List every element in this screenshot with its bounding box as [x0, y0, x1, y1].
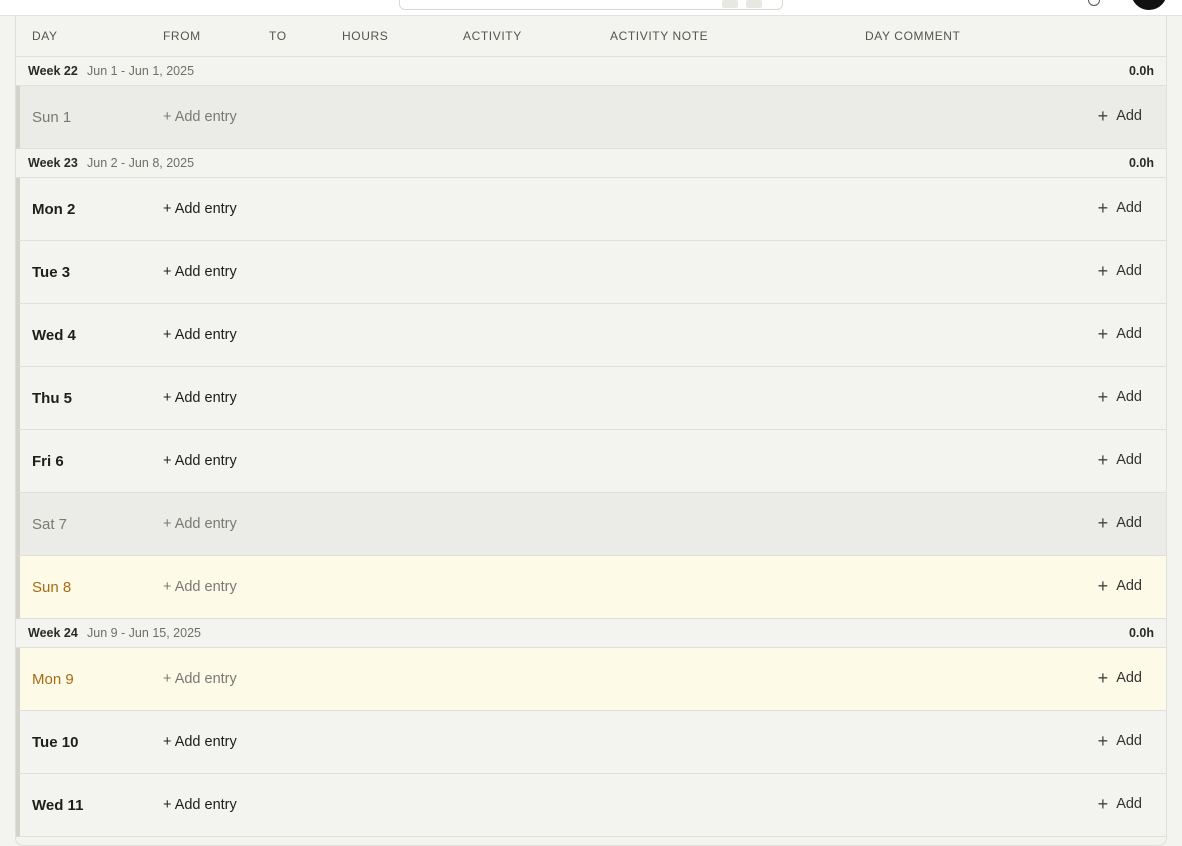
- add-day-comment-button[interactable]: + Add: [1097, 513, 1142, 533]
- add-entry-link[interactable]: + Add entry: [163, 734, 237, 750]
- add-entry-link[interactable]: + Add entry: [163, 671, 237, 687]
- column-header-activity-note[interactable]: ACTIVITY NOTE: [610, 29, 708, 43]
- add-button-label: Add: [1116, 108, 1142, 124]
- day-row: Mon 9 + Add entry + Add: [16, 648, 1166, 711]
- add-day-comment-button[interactable]: + Add: [1097, 576, 1142, 596]
- add-entry-link[interactable]: + Add entry: [163, 797, 237, 813]
- add-day-comment-button[interactable]: + Add: [1097, 668, 1142, 688]
- column-header-from[interactable]: FROM: [163, 29, 201, 43]
- add-button-label: Add: [1116, 200, 1142, 216]
- day-label: Fri 6: [32, 453, 64, 470]
- shortcut-key-hint: [746, 0, 762, 8]
- day-row: Sat 7 + Add entry + Add: [16, 493, 1166, 556]
- add-entry-link[interactable]: + Add entry: [163, 109, 237, 125]
- plus-icon: +: [1097, 106, 1109, 126]
- week-header: Week 22 Jun 1 - Jun 1, 2025 0.0h: [16, 57, 1166, 86]
- add-entry-link[interactable]: + Add entry: [163, 264, 237, 280]
- add-day-comment-button[interactable]: + Add: [1097, 794, 1142, 814]
- week-label: Week 22: [28, 64, 78, 78]
- day-row: Mon 2 + Add entry + Add: [16, 178, 1166, 241]
- table-header: DAY FROM TO HOURS ACTIVITY ACTIVITY NOTE…: [16, 16, 1166, 57]
- plus-icon: +: [1097, 794, 1109, 814]
- avatar[interactable]: [1131, 0, 1167, 10]
- plus-icon: +: [1097, 731, 1109, 751]
- add-button-label: Add: [1116, 796, 1142, 812]
- day-row: Wed 11 + Add entry + Add: [16, 774, 1166, 837]
- add-button-label: Add: [1116, 326, 1142, 342]
- day-row: Tue 10 + Add entry + Add: [16, 711, 1166, 774]
- plus-icon: +: [1097, 450, 1109, 470]
- add-button-label: Add: [1116, 263, 1142, 279]
- add-day-comment-button[interactable]: + Add: [1097, 106, 1142, 126]
- table-body: Week 22 Jun 1 - Jun 1, 2025 0.0h Sun 1 + Add…: [16, 57, 1166, 837]
- week-date-range: Jun 1 - Jun 1, 2025: [87, 64, 195, 78]
- add-button-label: Add: [1116, 452, 1142, 468]
- day-row: Thu 5 + Add entry + Add: [16, 367, 1166, 430]
- day-label: Thu 5: [32, 390, 72, 407]
- day-label: Tue 10: [32, 734, 79, 751]
- day-row: Fri 6 + Add entry + Add: [16, 430, 1166, 493]
- plus-icon: +: [1097, 668, 1109, 688]
- day-row: Wed 4 + Add entry + Add: [16, 304, 1166, 367]
- column-header-day-comment[interactable]: DAY COMMENT: [865, 29, 961, 43]
- day-row: Sun 1 + Add entry + Add: [16, 86, 1166, 149]
- plus-icon: +: [1097, 261, 1109, 281]
- add-day-comment-button[interactable]: + Add: [1097, 198, 1142, 218]
- add-entry-link[interactable]: + Add entry: [163, 327, 237, 343]
- column-header-day[interactable]: DAY: [32, 29, 58, 43]
- add-day-comment-button[interactable]: + Add: [1097, 450, 1142, 470]
- timesheet-table: DAY FROM TO HOURS ACTIVITY ACTIVITY NOTE…: [15, 16, 1167, 846]
- week-date-range: Jun 9 - Jun 15, 2025: [87, 626, 201, 640]
- add-entry-link[interactable]: + Add entry: [163, 453, 237, 469]
- add-entry-link[interactable]: + Add entry: [163, 579, 237, 595]
- week-label: Week 24: [28, 626, 78, 640]
- week-date-range: Jun 2 - Jun 8, 2025: [87, 156, 195, 170]
- help-icon[interactable]: [1088, 0, 1100, 6]
- column-header-activity[interactable]: ACTIVITY: [463, 29, 522, 43]
- plus-icon: +: [1097, 576, 1109, 596]
- day-row: Sun 8 + Add entry + Add: [16, 556, 1166, 619]
- add-entry-link[interactable]: + Add entry: [163, 201, 237, 217]
- add-button-label: Add: [1116, 578, 1142, 594]
- day-label: Sun 8: [32, 579, 72, 596]
- column-header-hours[interactable]: HOURS: [342, 29, 388, 43]
- add-day-comment-button[interactable]: + Add: [1097, 731, 1142, 751]
- day-label: Wed 11: [32, 797, 84, 814]
- day-label: Tue 3: [32, 264, 71, 281]
- day-label: Sat 7: [32, 516, 68, 533]
- week-total-hours: 0.0h: [1128, 626, 1154, 640]
- add-entry-link[interactable]: + Add entry: [163, 390, 237, 406]
- week-header: Week 24 Jun 9 - Jun 15, 2025 0.0h: [16, 619, 1166, 648]
- day-label: Sun 1: [32, 109, 72, 126]
- week-total-hours: 0.0h: [1128, 156, 1154, 170]
- plus-icon: +: [1097, 324, 1109, 344]
- add-button-label: Add: [1116, 515, 1142, 531]
- add-button-label: Add: [1116, 733, 1142, 749]
- day-label: Wed 4: [32, 327, 76, 344]
- add-day-comment-button[interactable]: + Add: [1097, 387, 1142, 407]
- top-bar: [0, 0, 1182, 16]
- add-button-label: Add: [1116, 670, 1142, 686]
- day-label: Mon 2: [32, 201, 76, 218]
- add-day-comment-button[interactable]: + Add: [1097, 261, 1142, 281]
- week-total-hours: 0.0h: [1128, 64, 1154, 78]
- plus-icon: +: [1097, 513, 1109, 533]
- week-header: Week 23 Jun 2 - Jun 8, 2025 0.0h: [16, 149, 1166, 178]
- day-label: Mon 9: [32, 671, 74, 688]
- shortcut-key-hint: [722, 0, 738, 8]
- column-header-to[interactable]: TO: [269, 29, 287, 43]
- day-row: Tue 3 + Add entry + Add: [16, 241, 1166, 304]
- week-label: Week 23: [28, 156, 78, 170]
- add-day-comment-button[interactable]: + Add: [1097, 324, 1142, 344]
- add-entry-link[interactable]: + Add entry: [163, 516, 237, 532]
- plus-icon: +: [1097, 387, 1109, 407]
- plus-icon: +: [1097, 198, 1109, 218]
- add-button-label: Add: [1116, 389, 1142, 405]
